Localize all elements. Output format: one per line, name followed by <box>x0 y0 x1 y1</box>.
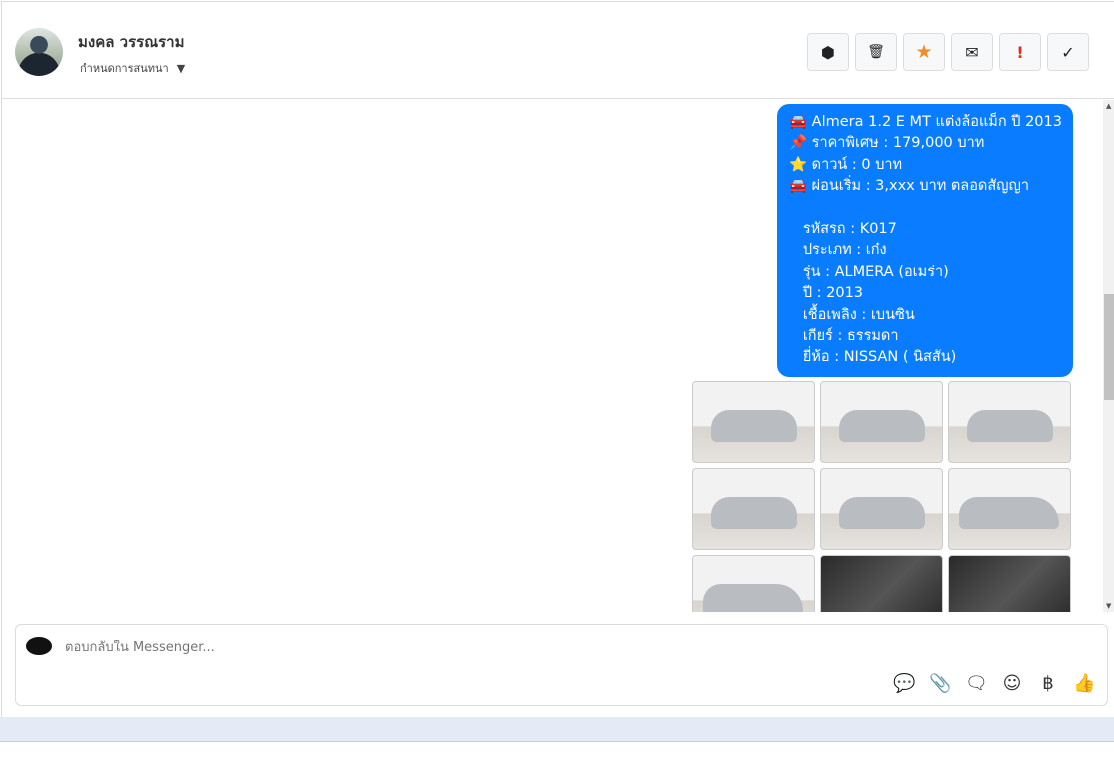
car-photo[interactable] <box>692 468 815 550</box>
done-button[interactable]: ✓ <box>1047 33 1089 71</box>
smiley-icon[interactable]: ☺ <box>1001 673 1023 694</box>
page-avatar <box>26 637 52 655</box>
chat-dots-icon[interactable]: 🗨 <box>965 673 988 694</box>
message-bubble: 🚘 Almera 1.2 E MT แต่งล้อแม็ก ปี 2013 📌 … <box>777 104 1073 377</box>
car-photo[interactable] <box>692 381 815 463</box>
reply-composer: 💬 📎 🗨 ☺ ฿ 👍 <box>15 624 1108 706</box>
assign-label: กำหนดการสนทนา <box>80 62 169 75</box>
baht-icon[interactable]: ฿ <box>1037 673 1059 694</box>
car-photo[interactable] <box>948 381 1071 463</box>
conversation-header: มงคล วรรณราม กำหนดการสนทนา ▼ ⬢ 🗑 ★ ✉ ! ✓ <box>2 2 1114 99</box>
contact-avatar[interactable] <box>15 28 63 76</box>
caret-down-icon: ▼ <box>176 61 186 75</box>
delete-button[interactable]: 🗑 <box>855 33 897 71</box>
mark-unread-button[interactable]: ✉ <box>951 33 993 71</box>
message-list: 🚘 Almera 1.2 E MT แต่งล้อแม็ก ปี 2013 📌 … <box>2 100 1103 612</box>
exclamation-icon: ! <box>1016 42 1024 62</box>
alert-circle-icon: ⬢ <box>821 42 835 62</box>
important-button[interactable]: ! <box>999 33 1041 71</box>
paperclip-icon[interactable]: 📎 <box>929 673 951 694</box>
bottom-bar <box>0 717 1114 742</box>
saved-reply-icon[interactable]: 💬 <box>893 673 915 694</box>
chat-scrollbar[interactable]: ▲ ▼ <box>1103 100 1114 612</box>
car-interior-photo[interactable] <box>820 555 943 612</box>
envelope-icon: ✉ <box>965 42 979 62</box>
scroll-down-icon[interactable]: ▼ <box>1106 602 1111 610</box>
conversation-panel: มงคล วรรณราม กำหนดการสนทนา ▼ ⬢ 🗑 ★ ✉ ! ✓ … <box>1 1 1114 717</box>
scrollbar-thumb[interactable] <box>1104 294 1114 400</box>
car-photo[interactable] <box>820 381 943 463</box>
car-photo[interactable] <box>692 555 815 612</box>
reply-input[interactable] <box>65 640 865 655</box>
spam-button[interactable]: ⬢ <box>807 33 849 71</box>
trash-icon: 🗑 <box>867 44 885 60</box>
assign-conversation-dropdown[interactable]: กำหนดการสนทนา ▼ <box>80 59 185 77</box>
car-photo[interactable] <box>948 468 1071 550</box>
car-photo[interactable] <box>820 468 943 550</box>
star-button[interactable]: ★ <box>903 33 945 71</box>
thumbs-up-icon[interactable]: 👍 <box>1073 673 1095 694</box>
car-interior-photo[interactable] <box>948 555 1071 612</box>
contact-name: มงคล วรรณราม <box>78 33 185 51</box>
star-icon: ★ <box>915 41 933 63</box>
scroll-up-icon[interactable]: ▲ <box>1106 102 1111 110</box>
photo-grid <box>692 381 1071 612</box>
check-icon: ✓ <box>1061 42 1075 62</box>
